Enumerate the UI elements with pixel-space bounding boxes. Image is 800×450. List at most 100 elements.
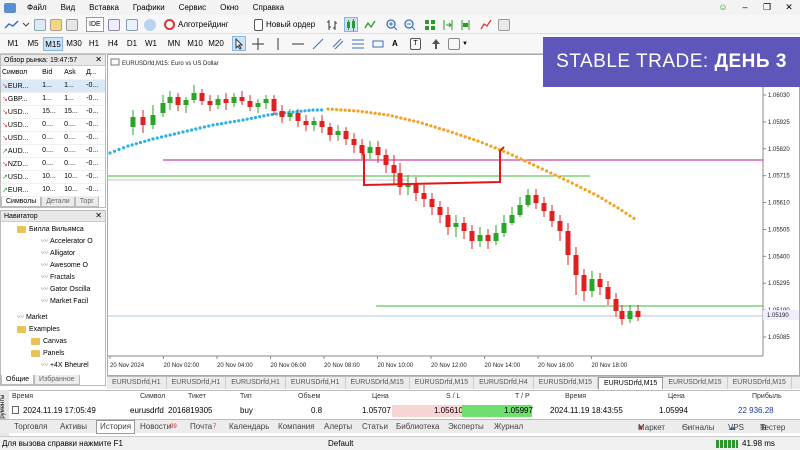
nav-indicator[interactable]: 〰 Gator Oscilla [1, 284, 105, 296]
nav-market[interactable]: 〰 Market [1, 312, 105, 324]
zoom-out-icon[interactable] [404, 17, 416, 32]
market-watch-icon[interactable] [108, 17, 120, 32]
nav-folder-examples[interactable]: Examples [1, 324, 105, 336]
tab-general[interactable]: Общие [1, 375, 35, 385]
table-row[interactable]: ↘GBP... 1... 1... -0... [1, 92, 105, 106]
price-chart[interactable]: EURUSDrfd,M15: Euro vs US Dollar 1.06030 1… [108, 55, 799, 375]
tab-experts[interactable]: Эксперты [448, 421, 484, 433]
col-symbol[interactable]: Символ [1, 66, 42, 80]
menu-file[interactable]: Файл [20, 0, 54, 15]
tab-company[interactable]: Компания [278, 421, 315, 433]
nav-indicator[interactable]: 〰 Alligator [1, 248, 105, 260]
table-row[interactable]: ↘USD... 0.... 0.... -0... [1, 118, 105, 132]
tf-m20[interactable]: M20 [206, 37, 226, 51]
trendline-icon[interactable] [312, 36, 324, 51]
close-icon[interactable]: ✕ [95, 55, 102, 64]
tf-m1[interactable]: M1 [5, 37, 21, 51]
col-type[interactable]: Тип [240, 393, 252, 400]
fibo-icon[interactable] [352, 36, 364, 51]
chart-tab[interactable]: EURUSDrfd,M15 [534, 377, 599, 389]
tf-h1[interactable]: H1 [86, 37, 102, 51]
label-tool-icon[interactable]: T [410, 36, 421, 51]
chart-tab[interactable]: EURUSDrfd,M15 [728, 377, 792, 389]
cloud-icon[interactable] [144, 17, 156, 32]
cursor-tool-icon[interactable] [232, 36, 246, 51]
tab-calendar[interactable]: Календарь [229, 421, 269, 433]
table-row[interactable]: ↗AUD... 0.... 0.... -0... [1, 144, 105, 158]
chart-window[interactable]: EURUSDrfd,M15: Euro vs US Dollar 1.06030 1… [107, 54, 800, 376]
nav-indicator[interactable]: 〰 Market Facil [1, 296, 105, 308]
col-bid[interactable]: Bid [41, 66, 64, 80]
zoom-in-icon[interactable] [386, 17, 398, 32]
tab-trade[interactable]: Торговля [14, 421, 47, 433]
col-close-price[interactable]: Цена [668, 393, 685, 400]
chart-tab[interactable]: EURUSDrfd,H1 [107, 377, 167, 389]
chart-tab[interactable]: EURUSDrfd,H1 [226, 377, 286, 389]
menu-charts[interactable]: Графики [126, 0, 172, 15]
close-icon[interactable]: ✕ [95, 211, 102, 220]
menu-help[interactable]: Справка [246, 0, 291, 15]
col-sl[interactable]: S / L [446, 393, 460, 400]
text-tool-icon[interactable]: A [392, 36, 398, 51]
line-chart-icon[interactable] [364, 17, 376, 32]
chart-tab[interactable]: EURUSDrfd,M15 [663, 377, 728, 389]
data-window-icon[interactable] [126, 17, 138, 32]
scroll-chart-icon[interactable] [442, 17, 454, 32]
tile-windows-icon[interactable] [424, 17, 436, 32]
nav-folder-panels[interactable]: Panels [1, 348, 105, 360]
table-row[interactable]: ↘NZD... 0.... 0.... -0... [1, 157, 105, 171]
tab-alerts[interactable]: Алерты [324, 421, 352, 433]
tf-m10[interactable]: M10 [185, 37, 205, 51]
chart-tab[interactable]: EURUSDrfd,M15 [346, 377, 410, 389]
tab-mail[interactable]: Почта [190, 421, 212, 433]
algo-trading-button[interactable]: Алготрейдинг [164, 17, 229, 32]
restore-button[interactable]: ❐ [756, 0, 778, 15]
col-profit[interactable]: Прибыль [752, 393, 782, 400]
chart-tab[interactable]: EURUSDrfd,H1 [286, 377, 346, 389]
nav-folder-bill-williams[interactable]: Билла Вильямса [1, 224, 105, 236]
tab-symbols[interactable]: Символы [1, 197, 42, 207]
col-close-time[interactable]: Время [565, 393, 586, 400]
tf-d1[interactable]: D1 [124, 37, 140, 51]
tab-details[interactable]: Детали [41, 197, 75, 207]
table-row[interactable]: ↘USD... 0.... 0.... -0... [1, 131, 105, 145]
table-row[interactable]: ↗USD... 10... 10... -0... [1, 170, 105, 184]
chart-tab[interactable]: EURUSDrfd,H4 [474, 377, 534, 389]
chart-tab[interactable]: EURUSDrfd,H1 [167, 377, 227, 389]
menu-service[interactable]: Сервис [172, 0, 213, 15]
col-change[interactable]: Д... [85, 66, 105, 80]
chart-tab[interactable]: EURUSDrfd,M15 [598, 377, 664, 389]
tf-m15[interactable]: M15 [43, 37, 63, 51]
tab-assets[interactable]: Активы [60, 421, 87, 433]
shapes-icon[interactable] [372, 36, 384, 51]
nav-indicator[interactable]: 〰 Fractals [1, 272, 105, 284]
col-time[interactable]: Время [12, 393, 33, 400]
horizontal-line-icon[interactable] [292, 36, 304, 51]
chart-shift-icon[interactable] [460, 17, 472, 32]
tab-journal[interactable]: Журнал [494, 421, 523, 433]
menu-window[interactable]: Окно [213, 0, 246, 15]
channel-icon[interactable] [332, 36, 344, 51]
close-button[interactable]: ✕ [778, 0, 800, 15]
minimize-button[interactable]: – [734, 0, 756, 15]
tab-news[interactable]: Новости [140, 421, 171, 433]
nav-indicator[interactable]: 〰 Accelerator O [1, 236, 105, 248]
bar-chart-icon[interactable] [326, 17, 338, 32]
tf-mn[interactable]: MN [165, 37, 183, 51]
table-row[interactable]: ↘EUR... 1... 1... -0... [1, 79, 105, 93]
new-order-button[interactable]: Новый ордер [254, 17, 315, 32]
vertical-line-icon[interactable] [272, 36, 284, 51]
nav-indicator[interactable]: 〰 Awesome O [1, 260, 105, 272]
ide-button[interactable]: IDE [86, 17, 104, 32]
tab-library[interactable]: Библиотека [396, 421, 440, 433]
chart-type-button[interactable] [4, 17, 30, 32]
tab-trade[interactable]: Торг [74, 197, 99, 207]
profiles-icon[interactable] [50, 17, 62, 32]
col-symbol[interactable]: Символ [140, 393, 165, 400]
candle-chart-icon[interactable] [344, 17, 358, 32]
tab-favorites[interactable]: Избранное [34, 375, 80, 385]
indicators-icon[interactable] [480, 17, 492, 32]
tab-articles[interactable]: Статьи [362, 421, 388, 433]
chart-tab[interactable]: EURUSDrfd,M15 [410, 377, 475, 389]
col-tp[interactable]: T / P [515, 393, 530, 400]
